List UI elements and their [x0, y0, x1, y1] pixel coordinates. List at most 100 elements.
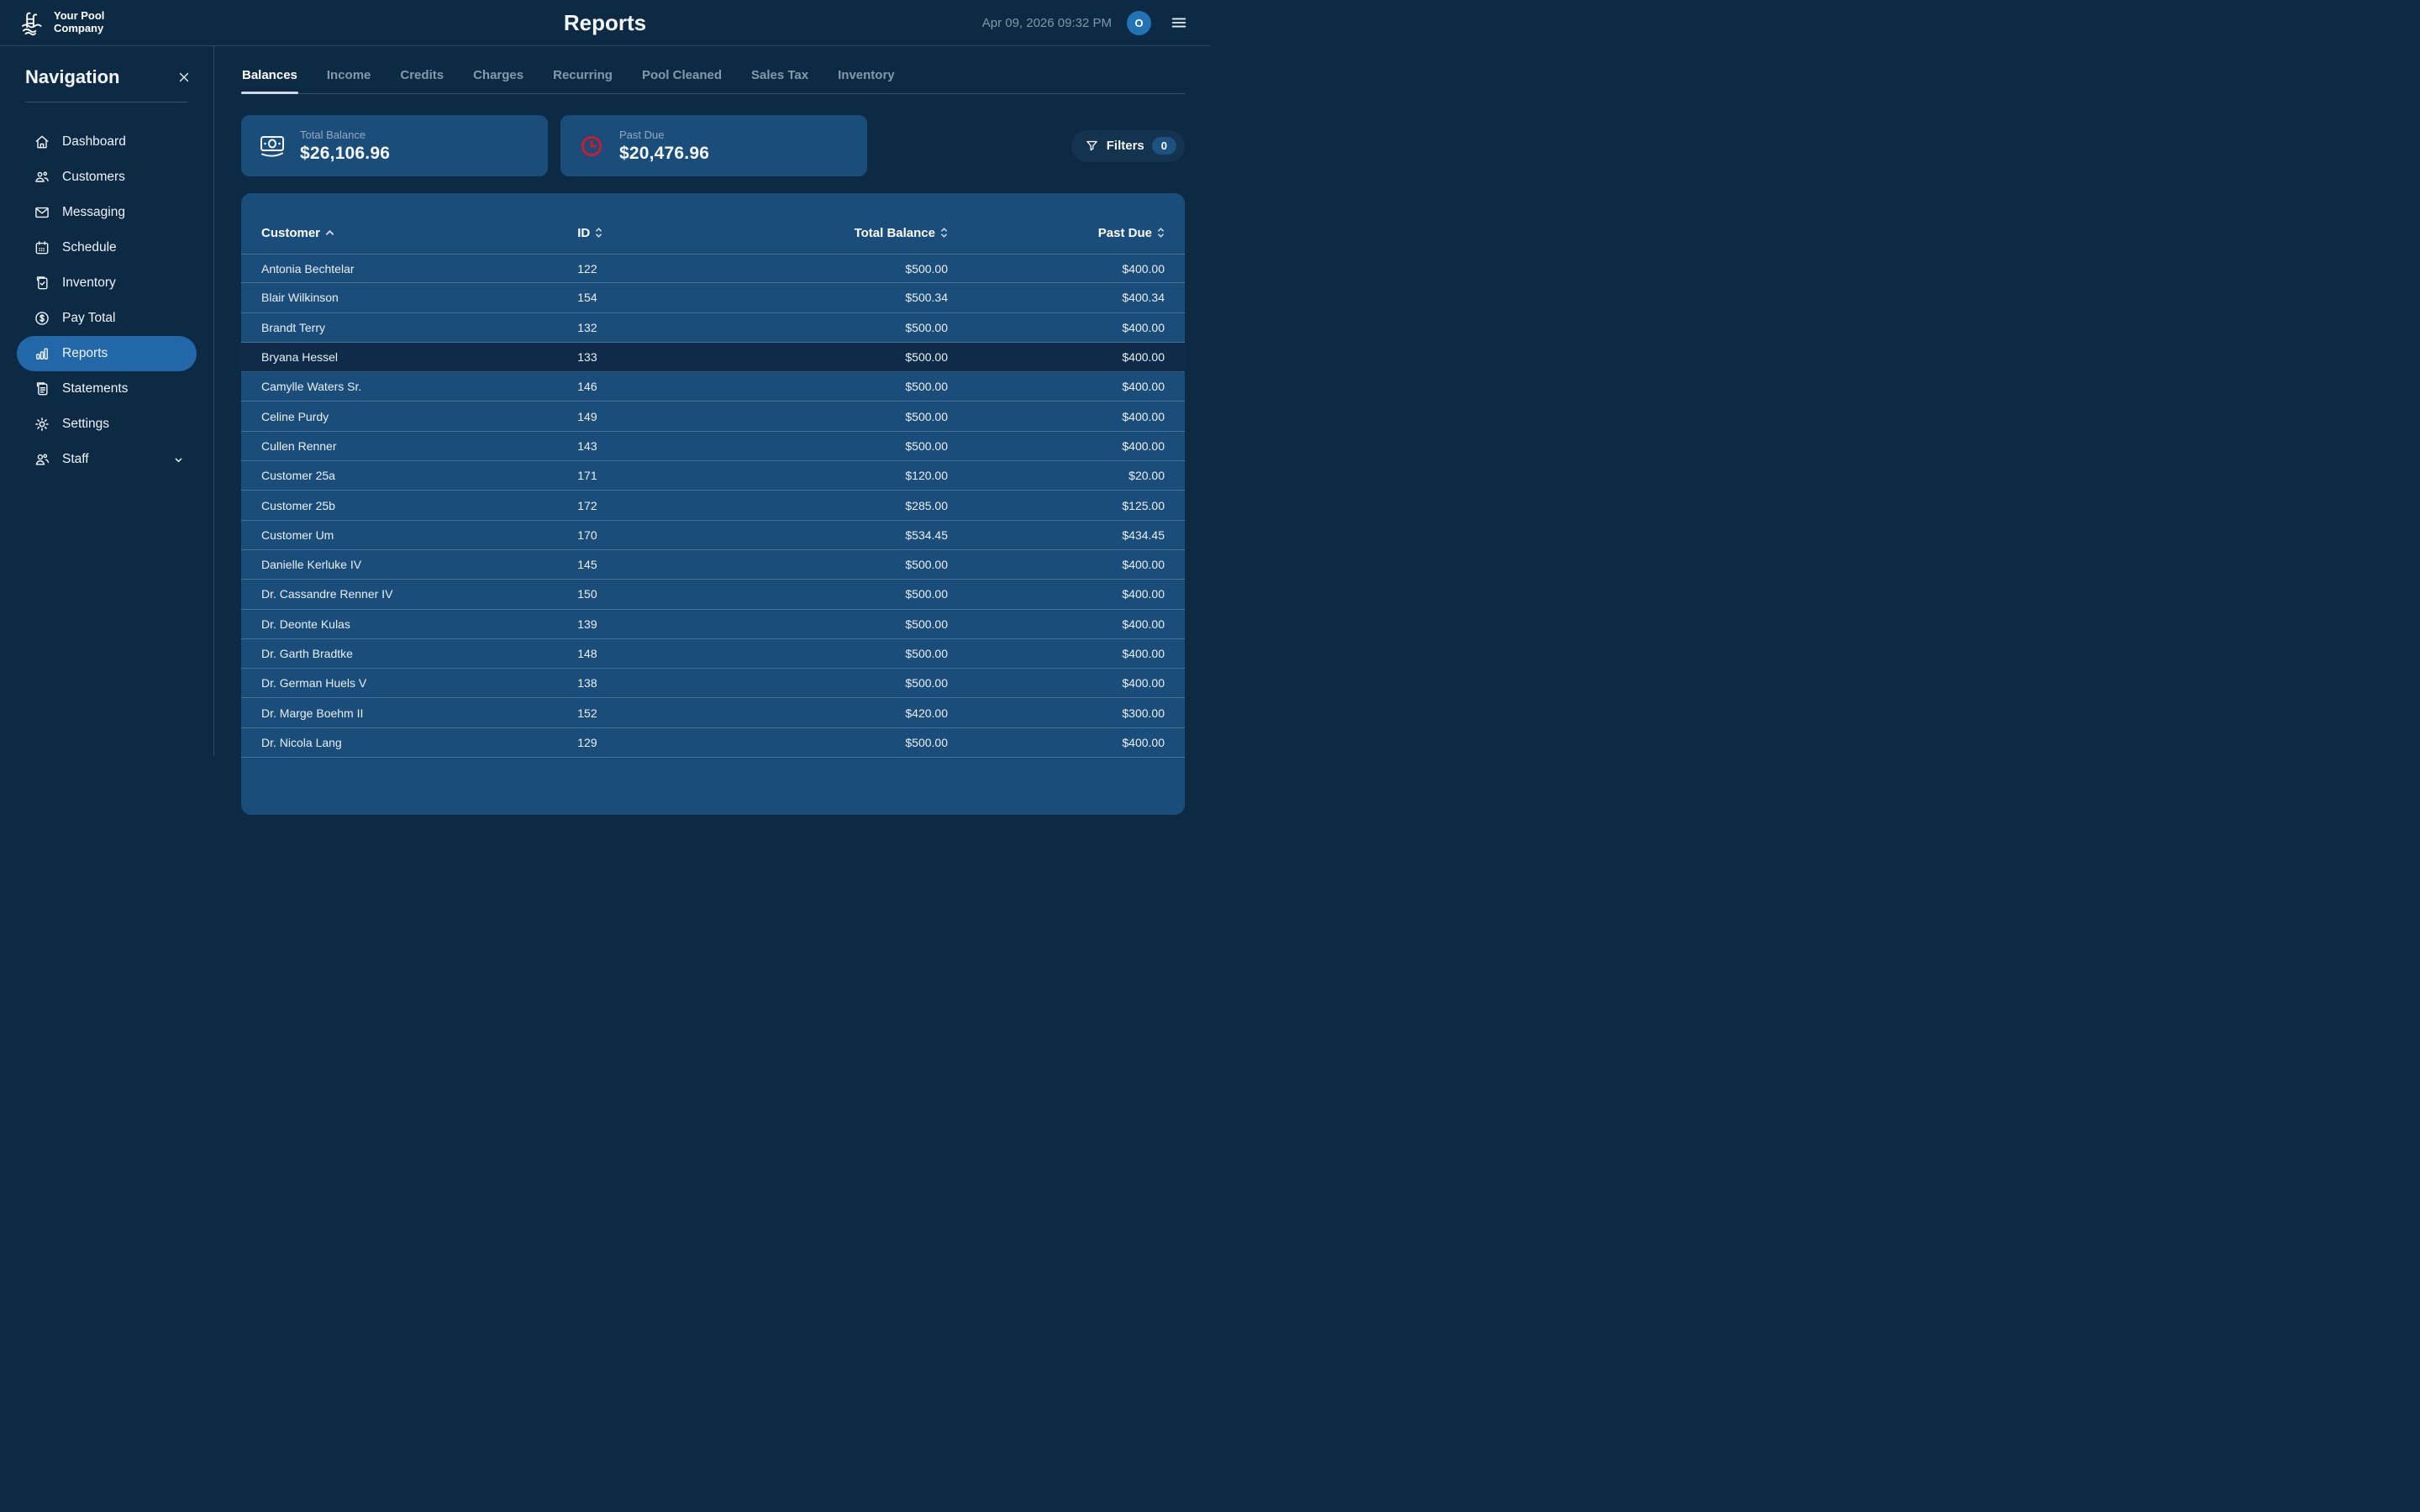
cell-id: 132: [577, 321, 758, 334]
cell-past-due: $20.00: [948, 469, 1165, 482]
close-icon[interactable]: [173, 66, 195, 88]
sidebar-item-inventory[interactable]: Inventory: [17, 265, 197, 301]
sidebar-item-dashboard[interactable]: Dashboard: [17, 124, 197, 160]
table-row[interactable]: Antonia Bechtelar122$500.00$400.00: [241, 254, 1185, 283]
brand-line1: Your Pool: [54, 10, 104, 23]
table-row[interactable]: Dr. Marge Boehm II152$420.00$300.00: [241, 698, 1185, 727]
cell-total-balance: $500.00: [758, 736, 948, 749]
users-icon: [34, 169, 50, 186]
sidebar-item-statements[interactable]: Statements: [17, 371, 197, 407]
table-row[interactable]: Customer Um170$534.45$434.45: [241, 521, 1185, 550]
cell-id: 172: [577, 499, 758, 512]
table-row[interactable]: Customer 25b172$285.00$125.00: [241, 491, 1185, 520]
tab-pool-cleaned[interactable]: Pool Cleaned: [641, 63, 723, 93]
menu-icon[interactable]: [1166, 10, 1192, 35]
table-row[interactable]: Dr. Nicola Lang129$500.00$400.00: [241, 728, 1185, 758]
sidebar-item-label: Dashboard: [62, 134, 126, 150]
table-row[interactable]: Dr. Deonte Kulas139$500.00$400.00: [241, 610, 1185, 639]
sidebar-item-customers[interactable]: Customers: [17, 160, 197, 195]
cell-past-due: $400.00: [948, 647, 1165, 660]
column-header-past-due[interactable]: Past Due: [948, 226, 1165, 240]
sidebar-item-settings[interactable]: Settings: [17, 407, 197, 442]
mail-icon: [34, 204, 50, 221]
table-row[interactable]: Brandt Terry132$500.00$400.00: [241, 313, 1185, 343]
topbar: Your Pool Company Reports Apr 09, 2026 0…: [0, 0, 1210, 46]
sidebar-item-staff[interactable]: Staff: [17, 442, 197, 477]
main-content: Balances Income Credits Charges Recurring Poo…: [214, 46, 1210, 756]
cell-id: 122: [577, 262, 758, 276]
table-row[interactable]: Customer 25a171$120.00$20.00: [241, 461, 1185, 491]
tab-inventory[interactable]: Inventory: [837, 63, 896, 93]
table-row[interactable]: Danielle Kerluke IV145$500.00$400.00: [241, 550, 1185, 580]
cell-id: 152: [577, 706, 758, 720]
cell-past-due: $400.00: [948, 380, 1165, 393]
brand-name: Your Pool Company: [54, 10, 104, 35]
table-row[interactable]: Dr. Cassandre Renner IV150$500.00$400.00: [241, 580, 1185, 609]
sort-both-icon: [940, 227, 948, 239]
sidebar-item-reports[interactable]: Reports: [17, 336, 197, 371]
sidebar-header: Navigation: [17, 66, 197, 88]
table-row[interactable]: Camylle Waters Sr.146$500.00$400.00: [241, 372, 1185, 402]
filters-button[interactable]: Filters 0: [1071, 130, 1185, 162]
cell-id: 148: [577, 647, 758, 660]
cash-icon: [258, 134, 287, 158]
cell-customer: Dr. Garth Bradtke: [261, 647, 577, 660]
table-row[interactable]: Cullen Renner143$500.00$400.00: [241, 432, 1185, 461]
pool-logo-icon: [18, 8, 47, 37]
column-label: ID: [577, 226, 590, 240]
sidebar-nav: Dashboard CustomersMessaging Schedule Inven…: [17, 124, 197, 477]
table-row[interactable]: Bryana Hessel133$500.00$400.00: [241, 343, 1185, 372]
sidebar-item-label: Reports: [62, 346, 108, 361]
cell-total-balance: $534.45: [758, 528, 948, 542]
table-row[interactable]: Dr. German Huels V138$500.00$400.00: [241, 669, 1185, 698]
brand: Your Pool Company: [18, 8, 104, 37]
table-row[interactable]: Blair Wilkinson154$500.34$400.34: [241, 283, 1185, 312]
table-row[interactable]: Dr. Garth Bradtke148$500.00$400.00: [241, 639, 1185, 669]
cell-past-due: $400.00: [948, 558, 1165, 571]
cell-customer: Customer 25a: [261, 469, 577, 482]
past-due-card: Past Due $20,476.96: [560, 115, 867, 176]
tab-recurring[interactable]: Recurring: [552, 63, 613, 93]
cell-total-balance: $500.34: [758, 291, 948, 304]
cell-past-due: $400.00: [948, 350, 1165, 364]
balances-table: CustomerID Total BalancePast Due Antonia …: [241, 193, 1185, 815]
gear-icon: [34, 416, 50, 433]
sort-both-icon: [595, 227, 602, 239]
cell-total-balance: $500.00: [758, 350, 948, 364]
cell-total-balance: $500.00: [758, 676, 948, 690]
tab-credits[interactable]: Credits: [399, 63, 445, 93]
cell-total-balance: $285.00: [758, 499, 948, 512]
column-header-customer[interactable]: Customer: [261, 226, 577, 240]
chevron-down-icon: [172, 454, 185, 466]
column-header-total-balance[interactable]: Total Balance: [758, 226, 948, 240]
cell-past-due: $400.00: [948, 617, 1165, 631]
tab-income[interactable]: Income: [326, 63, 372, 93]
cell-id: 129: [577, 736, 758, 749]
cell-past-due: $400.00: [948, 736, 1165, 749]
sidebar-item-messaging[interactable]: Messaging: [17, 195, 197, 230]
bar-chart-icon: [34, 345, 50, 362]
tab-balances[interactable]: Balances: [241, 63, 298, 93]
sidebar-title: Navigation: [25, 66, 119, 88]
cell-past-due: $434.45: [948, 528, 1165, 542]
cell-id: 170: [577, 528, 758, 542]
cell-customer: Camylle Waters Sr.: [261, 380, 577, 393]
table-row[interactable]: Celine Purdy149$500.00$400.00: [241, 402, 1185, 431]
cell-id: 145: [577, 558, 758, 571]
cell-customer: Brandt Terry: [261, 321, 577, 334]
cell-id: 138: [577, 676, 758, 690]
cell-past-due: $400.00: [948, 321, 1165, 334]
cell-total-balance: $420.00: [758, 706, 948, 720]
avatar[interactable]: O: [1127, 11, 1151, 35]
cell-past-due: $125.00: [948, 499, 1165, 512]
sidebar-item-label: Schedule: [62, 240, 117, 255]
sidebar-item-pay-total[interactable]: Pay Total: [17, 301, 197, 336]
cell-total-balance: $500.00: [758, 439, 948, 453]
clipboard-check-icon: [34, 275, 50, 291]
tab-sales-tax[interactable]: Sales Tax: [750, 63, 809, 93]
tab-charges[interactable]: Charges: [472, 63, 524, 93]
cell-total-balance: $500.00: [758, 558, 948, 571]
column-header-id[interactable]: ID: [577, 226, 758, 240]
sidebar-item-schedule[interactable]: Schedule: [17, 230, 197, 265]
filters-label: Filters: [1107, 139, 1144, 153]
